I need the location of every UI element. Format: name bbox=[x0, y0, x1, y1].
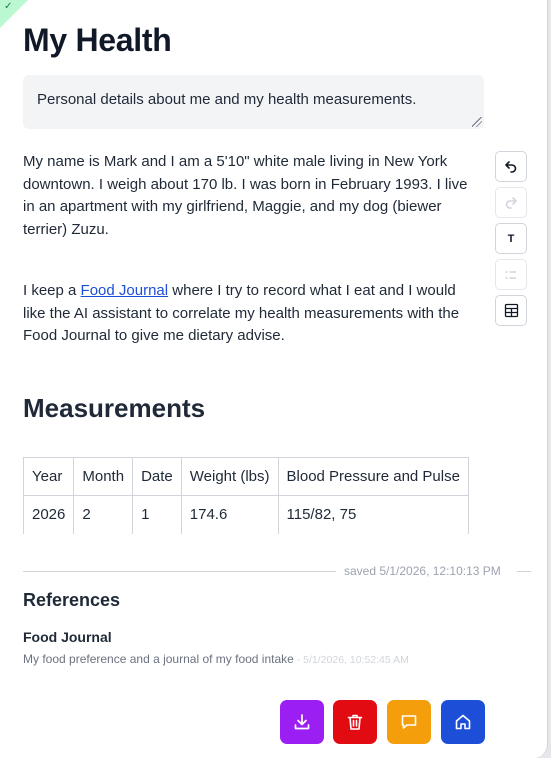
table-cell[interactable]: 2 bbox=[73, 495, 134, 534]
table-icon bbox=[504, 303, 518, 318]
list-icon bbox=[505, 270, 516, 279]
document-page: ✓ My Health Personal details about me an… bbox=[0, 0, 548, 758]
divider bbox=[23, 571, 336, 572]
undo-button[interactable] bbox=[495, 151, 527, 182]
table-row: 2026 2 1 174.6 115/82, 75 bbox=[22, 495, 469, 534]
resize-handle-icon[interactable] bbox=[472, 117, 482, 127]
reference-date: - 5/1/2026, 10:52:45 AM bbox=[293, 654, 409, 666]
references-heading: References bbox=[23, 590, 121, 610]
chat-button[interactable] bbox=[387, 700, 431, 744]
table-cell[interactable]: 1 bbox=[132, 495, 182, 534]
editor-toolbar: T bbox=[495, 151, 527, 331]
download-button[interactable] bbox=[280, 700, 324, 744]
download-icon bbox=[294, 714, 310, 730]
home-icon bbox=[455, 714, 471, 730]
home-button[interactable] bbox=[441, 700, 485, 744]
table-cell[interactable]: 2026 bbox=[22, 495, 75, 534]
journal-text-before: I keep a bbox=[23, 282, 81, 299]
column-header[interactable]: Year bbox=[22, 457, 75, 496]
trash-icon bbox=[347, 714, 363, 730]
insert-table-button[interactable] bbox=[495, 295, 527, 326]
column-header[interactable]: Date bbox=[132, 457, 182, 496]
journal-paragraph[interactable]: I keep a Food Journal where I try to rec… bbox=[23, 280, 478, 348]
text-format-label: T bbox=[507, 232, 515, 245]
table-cell[interactable]: 174.6 bbox=[180, 495, 279, 534]
redo-icon bbox=[505, 196, 517, 209]
list-button[interactable] bbox=[495, 259, 527, 290]
undo-icon bbox=[505, 160, 517, 173]
description-text: Personal details about me and my health … bbox=[37, 91, 417, 108]
page-title[interactable]: My Health bbox=[23, 22, 172, 59]
table-cell[interactable]: 115/82, 75 bbox=[277, 495, 469, 534]
column-header[interactable]: Blood Pressure and Pulse bbox=[277, 457, 469, 496]
text-format-button[interactable]: T bbox=[495, 223, 527, 254]
table-header-row: Year Month Date Weight (lbs) Blood Press… bbox=[22, 457, 469, 496]
intro-paragraph[interactable]: My name is Mark and I am a 5'10" white m… bbox=[23, 151, 478, 241]
food-journal-link[interactable]: Food Journal bbox=[81, 282, 169, 299]
reference-description: My food preference and a journal of my f… bbox=[23, 652, 294, 666]
description-textarea[interactable]: Personal details about me and my health … bbox=[23, 75, 484, 129]
chat-icon bbox=[401, 715, 417, 729]
reference-item: My food preference and a journal of my f… bbox=[23, 652, 409, 666]
measurements-heading[interactable]: Measurements bbox=[23, 393, 205, 424]
reference-title[interactable]: Food Journal bbox=[23, 629, 112, 645]
measurements-table[interactable]: Year Month Date Weight (lbs) Blood Press… bbox=[22, 457, 469, 534]
check-icon: ✓ bbox=[4, 1, 13, 12]
redo-button[interactable] bbox=[495, 187, 527, 218]
column-header[interactable]: Month bbox=[73, 457, 134, 496]
divider bbox=[517, 571, 531, 572]
saved-status: saved 5/1/2026, 12:10:13 PM bbox=[344, 564, 501, 578]
delete-button[interactable] bbox=[333, 700, 377, 744]
column-header[interactable]: Weight (lbs) bbox=[180, 457, 279, 496]
